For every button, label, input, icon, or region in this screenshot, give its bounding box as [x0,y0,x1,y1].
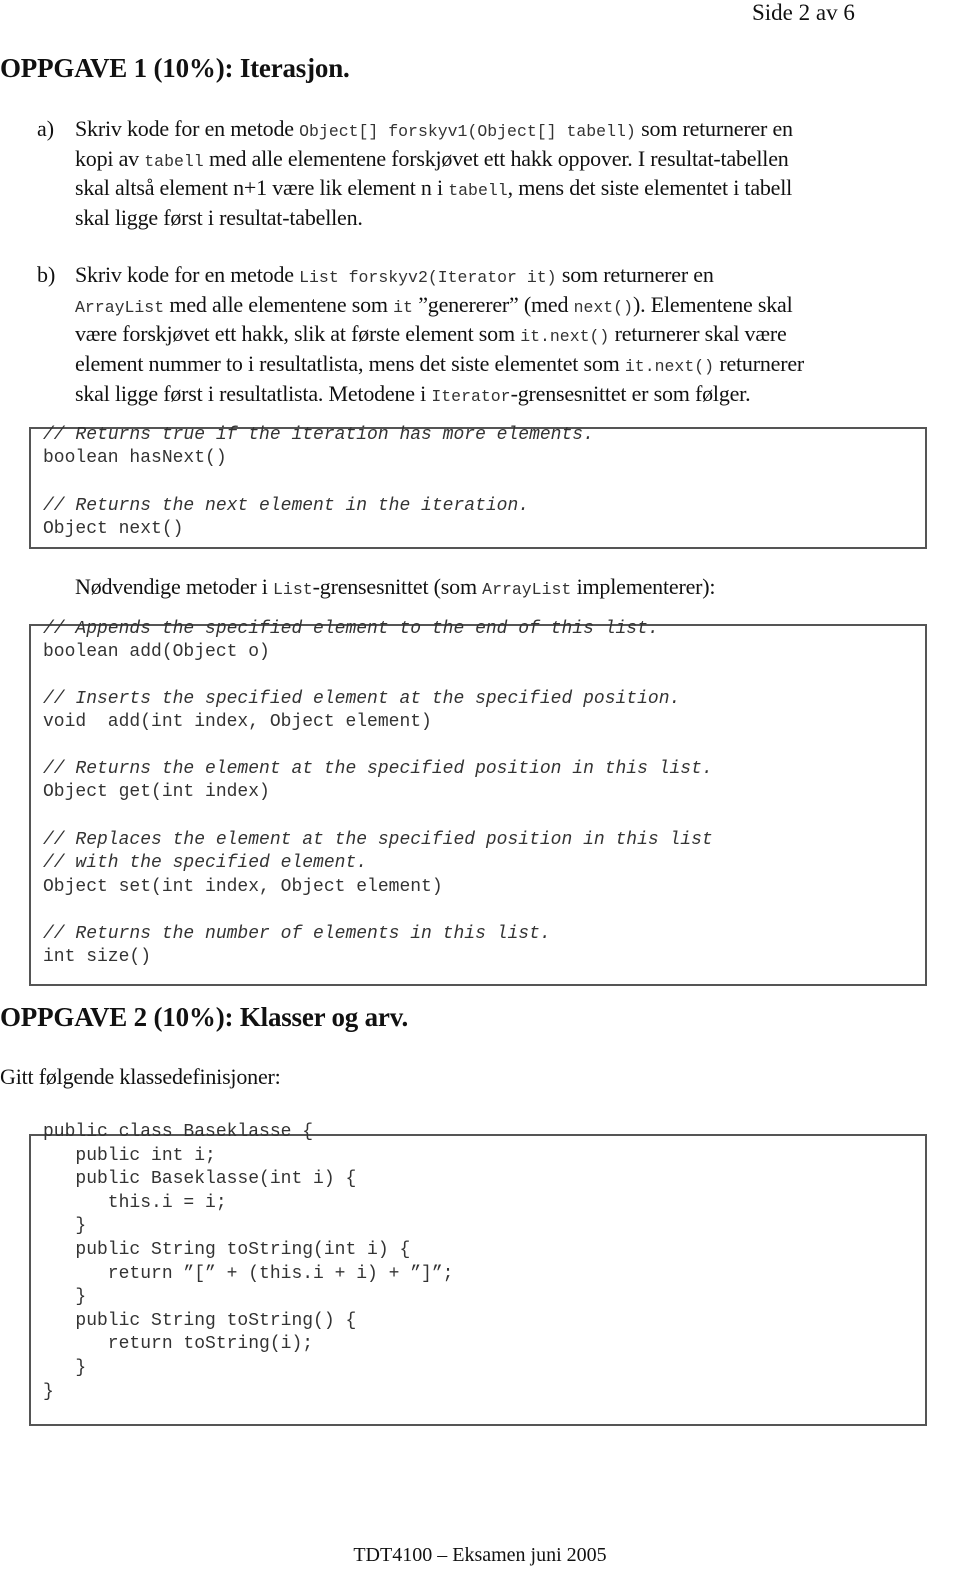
code-line: // Appends the specified element to the … [43,619,659,639]
text-span: returnerer [714,351,805,377]
text-line: ArrayList med alle elementene som it ”ge… [75,292,793,321]
code-line: // Returns the element at the specified … [43,759,713,779]
list-interface-intro: Nødvendige metoder i List-grensesnittet … [75,574,716,603]
inline-code: tabell [448,181,508,201]
inline-code: List forskyv2(Iterator it) [299,268,557,287]
task2-intro: Gitt følgende klassedefinisjoner: [0,1064,281,1089]
text-span: kopi av [75,145,145,171]
text-span: skal altså element n+1 være lik element … [75,175,449,201]
code-line: Object get(int index) [43,782,270,802]
code-line: Object next() [43,519,184,539]
code-line: } [43,1358,87,1378]
list-interface-box: // Appends the specified element to the … [29,619,927,986]
code-line: public String toString() { [43,1310,357,1331]
inline-code: next() [573,297,633,317]
code-line: int size() [43,947,152,967]
code-line: return toString(i); [43,1334,314,1355]
text-line: skal ligge først i resultatlista. Metode… [75,380,751,410]
text-span: som returnerer en [556,262,714,287]
iterator-interface-box: // Returns true if the iteration has mor… [29,425,927,549]
inline-code: ArrayList [482,580,572,599]
text-span: -grensesnittet er som følger. [510,380,751,406]
code-line: } [43,1381,54,1402]
text-span: , mens det siste elementet i tabell [507,175,793,201]
text-line: Skriv kode for en metode Object[] forsky… [75,116,793,145]
code-line: public class Baseklasse { [43,1122,314,1142]
code-line: public Baseklasse(int i) { [43,1169,357,1190]
code-line: } [43,1216,87,1237]
text-span: Skriv kode for en metode [75,116,300,141]
inline-code: tabell [144,151,204,171]
code-line: public int i; [43,1145,216,1166]
code-line: // Returns the next element in the itera… [43,496,530,516]
inline-code: ArrayList [75,297,165,317]
text-span: skal ligge først i resultatlista. Metode… [75,380,432,406]
inline-code: Object[] forskyv1(Object[] tabell) [299,122,636,141]
task1a-label: a) [37,116,55,141]
text-span: -grensesnittet (som [312,574,483,599]
text-line: skal ligge først i resultat-tabellen. [75,205,363,231]
inline-code: it [393,297,413,317]
page-footer: TDT4100 – Eksamen juni 2005 [353,1544,607,1566]
inline-code: Iterator [431,386,511,406]
text-line: være forskjøvet ett hakk, slik at første… [75,321,787,350]
code-line: } [43,1287,87,1308]
text-line: skal altså element n+1 være lik element … [75,175,792,204]
code-line: Object set(int index, Object element) [43,877,443,897]
task1b-label: b) [37,262,56,287]
text-span: med alle elementene som [164,291,394,317]
text-span: ). Elementene skal [633,291,793,317]
code-line: boolean add(Object o) [43,642,270,662]
code-line: // Returns the number of elements in thi… [43,924,551,944]
code-line: this.i = i; [43,1192,227,1213]
class-definition-box: public class Baseklasse { public int i; … [29,1122,927,1426]
code-line: boolean hasNext() [43,448,227,468]
page-number: Side 2 av 6 [752,0,855,25]
text-span: Skriv kode for en metode [75,262,300,287]
inline-code: it.next() [520,327,610,347]
code-line: // with the specified element. [43,853,368,873]
inline-code: it.next() [624,357,715,377]
code-line: // Replaces the element at the specified… [43,830,713,850]
text-span: være forskjøvet ett hakk, slik at første… [75,321,521,347]
code-line: // Inserts the specified element at the … [43,689,681,709]
code-line: public String toString(int i) { [43,1240,411,1260]
code-line: return ”[” + (this.i + i) + ”]”; [43,1263,454,1284]
text-span: implementerer): [571,574,716,599]
task2-heading: OPPGAVE 2 (10%): Klasser og arv. [0,1002,409,1032]
text-span: returnerer skal være [609,321,787,347]
text-span: ”genererer” (med [412,291,574,317]
text-span: skal ligge først i resultat-tabellen. [75,205,363,231]
text-line: Skriv kode for en metode List forskyv2(I… [75,262,714,291]
inline-code: List [273,580,313,599]
code-line: // Returns true if the iteration has mor… [43,425,594,445]
text-span: Nødvendige metoder i [75,574,274,599]
task1-heading: OPPGAVE 1 (10%): Iterasjon. [0,53,350,83]
text-span: med alle elementene forskjøvet ett hakk … [203,145,789,171]
text-span: som returnerer en [635,116,793,141]
text-span: element nummer to i resultatlista, mens … [75,351,625,377]
code-line: void add(int index, Object element) [43,712,432,732]
text-line: element nummer to i resultatlista, mens … [75,351,804,380]
text-line: kopi av tabell med alle elementene forsk… [75,146,789,175]
